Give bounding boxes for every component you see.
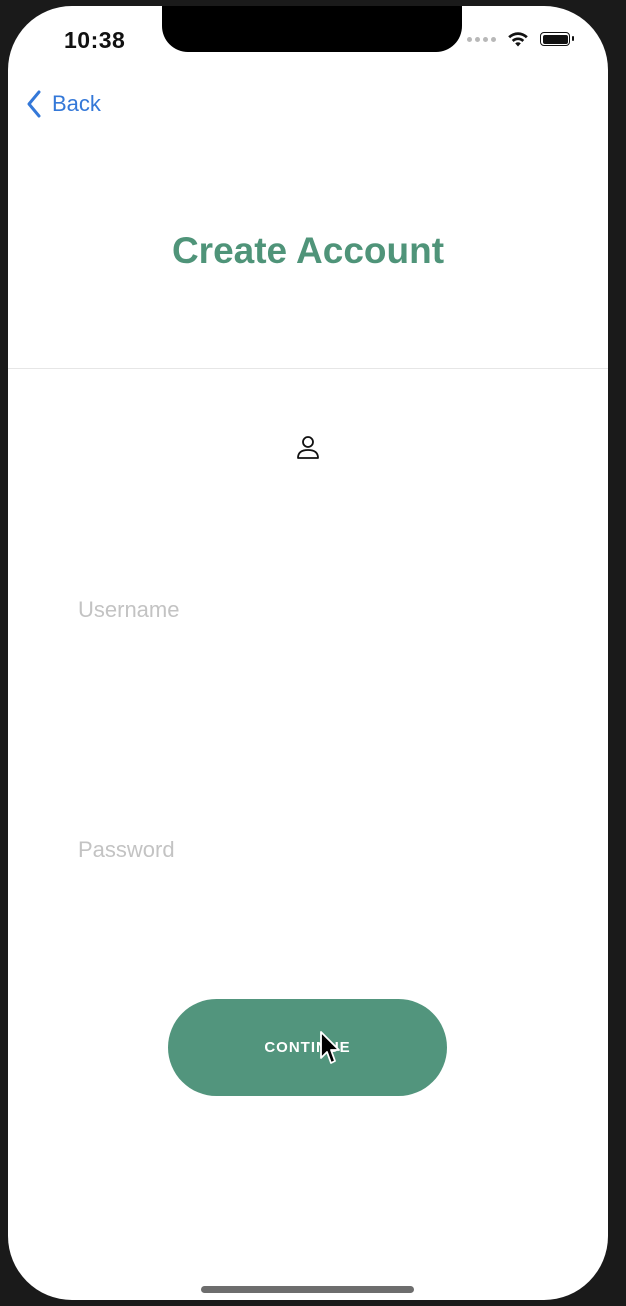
header-divider: [8, 368, 608, 369]
back-chevron-icon: [27, 90, 41, 118]
signal-icon: [467, 36, 496, 42]
wifi-icon: [508, 32, 528, 47]
battery-icon: [540, 32, 574, 46]
page-title: Create Account: [171, 230, 445, 271]
password-input[interactable]: [78, 830, 538, 870]
user-icon: [297, 436, 319, 459]
device-notch: [162, 6, 462, 52]
back-button[interactable]: Back: [26, 90, 101, 118]
app-screen: 10:38 Back Create Account Username CONTI…: [8, 6, 608, 1300]
status-icons: [467, 30, 574, 48]
cursor-icon: [320, 1031, 340, 1064]
status-time: 10:38: [64, 27, 126, 53]
continue-button[interactable]: CONTINUE: [168, 999, 447, 1096]
username-input[interactable]: [78, 590, 538, 630]
device-frame: 10:38 Back Create Account Username CONTI…: [0, 0, 626, 1306]
back-label: Back: [52, 91, 101, 116]
home-indicator: [201, 1286, 414, 1293]
